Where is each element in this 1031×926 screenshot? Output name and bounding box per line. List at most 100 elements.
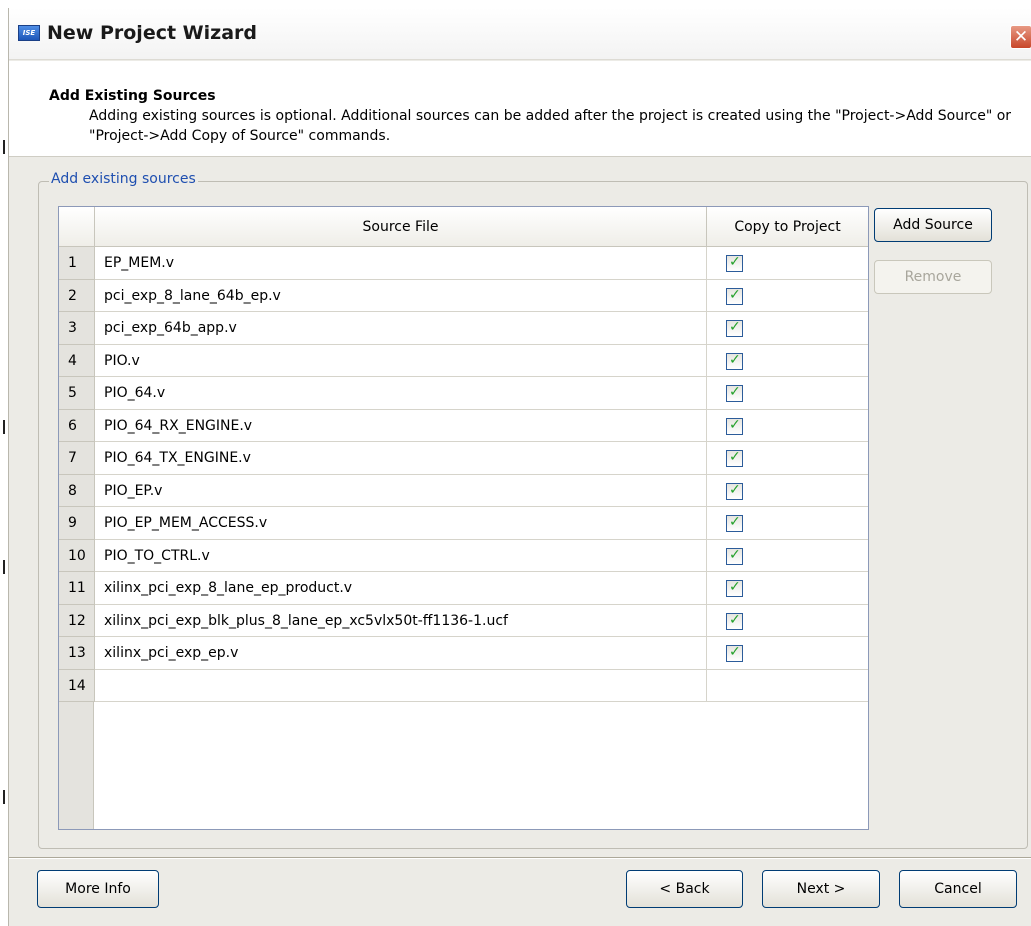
copy-checkbox[interactable]: ✓	[726, 254, 743, 272]
header-corner	[59, 207, 95, 247]
copy-checkbox[interactable]: ✓	[726, 351, 743, 370]
table-row[interactable]: 9 PIO_EP_MEM_ACCESS.v ✓	[59, 507, 868, 540]
table-body: 1 EP_MEM.v ✓ 2 pci_exp_8_lane_64b_ep.v ✓ 3 pci_…	[59, 247, 868, 702]
table-row[interactable]: 13 xilinx_pci_exp_ep.v ✓	[59, 637, 868, 670]
group-label: Add existing sources	[49, 171, 198, 187]
copy-to-project-cell: ✓	[707, 540, 868, 572]
table-row[interactable]: 7 PIO_64_TX_ENGINE.v ✓	[59, 442, 868, 475]
edge-mark	[3, 790, 5, 804]
source-file-cell[interactable]: PIO_64_RX_ENGINE.v	[95, 409, 707, 442]
copy-to-project-cell: ✓	[707, 572, 868, 605]
row-number: 9	[59, 507, 95, 540]
source-file-cell[interactable]: PIO_64.v	[95, 377, 707, 410]
copy-checkbox[interactable]: ✓	[726, 384, 743, 402]
row-number: 2	[59, 279, 95, 312]
table-header: Source File Copy to Project	[59, 207, 868, 247]
close-icon[interactable]: ✕	[1010, 25, 1031, 49]
row-number: 5	[59, 377, 95, 410]
copy-to-project-cell: ✓	[707, 605, 868, 637]
checkmark-icon: ✓	[729, 546, 741, 563]
wizard-header: Add Existing Sources Adding existing sou…	[9, 61, 1031, 157]
sources-table: Source File Copy to Project 1 EP_MEM.v ✓ 2 p…	[58, 206, 869, 830]
copy-checkbox[interactable]: ✓	[726, 579, 743, 597]
source-file-cell[interactable]: EP_MEM.v	[95, 247, 707, 280]
copy-to-project-cell: ✓	[707, 637, 868, 670]
next-button[interactable]: Next >	[762, 870, 880, 908]
copy-checkbox[interactable]: ✓	[726, 546, 743, 565]
source-file-cell[interactable]: pci_exp_8_lane_64b_ep.v	[95, 279, 707, 312]
checkmark-icon: ✓	[729, 644, 741, 660]
table-row[interactable]: 11 xilinx_pci_exp_8_lane_ep_product.v ✓	[59, 572, 868, 605]
source-file-cell[interactable]: PIO_EP.v	[95, 474, 707, 507]
row-number: 14	[59, 669, 95, 702]
source-file-cell[interactable]: PIO_64_TX_ENGINE.v	[95, 442, 707, 475]
checkmark-icon: ✓	[729, 514, 741, 530]
row-number: 12	[59, 604, 95, 637]
checkmark-icon: ✓	[729, 481, 741, 498]
copy-to-project-cell: ✓	[707, 280, 868, 312]
page-description: Adding existing sources is optional. Add…	[89, 108, 1012, 144]
row-number: 7	[59, 442, 95, 475]
table-row[interactable]: 14	[59, 669, 868, 702]
checkmark-icon: ✓	[729, 611, 741, 628]
row-number: 8	[59, 474, 95, 507]
copy-checkbox[interactable]: ✓	[726, 286, 743, 305]
copy-checkbox[interactable]: ✓	[726, 319, 743, 337]
checkmark-icon: ✓	[729, 579, 741, 595]
copy-checkbox[interactable]: ✓	[726, 514, 743, 532]
remove-button[interactable]: Remove	[874, 260, 992, 294]
row-number: 6	[59, 409, 95, 442]
table-row[interactable]: 2 pci_exp_8_lane_64b_ep.v ✓	[59, 279, 868, 312]
cancel-button[interactable]: Cancel	[899, 870, 1017, 908]
copy-checkbox[interactable]: ✓	[726, 449, 743, 467]
table-row[interactable]: 4 PIO.v ✓	[59, 344, 868, 377]
copy-to-project-cell: ✓	[707, 247, 868, 280]
copy-checkbox[interactable]: ✓	[726, 481, 743, 500]
row-number: 10	[59, 539, 95, 572]
copy-to-project-cell	[706, 669, 868, 702]
table-row[interactable]: 3 pci_exp_64b_app.v ✓	[59, 312, 868, 345]
edge-mark	[3, 140, 5, 154]
source-file-cell[interactable]: PIO_EP_MEM_ACCESS.v	[95, 507, 707, 540]
checkmark-icon: ✓	[729, 351, 741, 368]
more-info-button[interactable]: More Info	[37, 870, 159, 908]
column-header-source-file[interactable]: Source File	[95, 207, 707, 247]
edge-mark	[3, 560, 5, 574]
source-file-cell[interactable]: PIO_TO_CTRL.v	[95, 539, 707, 572]
checkmark-icon: ✓	[729, 319, 741, 335]
row-number: 11	[59, 572, 95, 605]
checkmark-icon: ✓	[729, 449, 741, 465]
column-header-copy-to-project[interactable]: Copy to Project	[707, 207, 868, 247]
checkmark-icon: ✓	[729, 416, 741, 433]
table-row[interactable]: 1 EP_MEM.v ✓	[59, 247, 868, 280]
source-file-cell[interactable]: pci_exp_64b_app.v	[95, 312, 707, 345]
row-number: 3	[59, 312, 95, 345]
footer-divider	[9, 857, 1031, 859]
source-file-cell[interactable]: PIO.v	[95, 344, 707, 377]
table-row[interactable]: 12 xilinx_pci_exp_blk_plus_8_lane_ep_xc5v…	[59, 604, 868, 637]
checkmark-icon: ✓	[729, 384, 741, 400]
window-title: New Project Wizard	[47, 22, 257, 44]
add-source-button[interactable]: Add Source	[874, 208, 992, 242]
table-row[interactable]: 10 PIO_TO_CTRL.v ✓	[59, 539, 868, 572]
title-bar: ISE New Project Wizard ✕	[9, 8, 1031, 60]
edge-mark	[3, 420, 5, 434]
copy-checkbox[interactable]: ✓	[726, 611, 743, 630]
source-file-cell[interactable]: xilinx_pci_exp_8_lane_ep_product.v	[95, 572, 707, 605]
source-file-cell[interactable]: xilinx_pci_exp_blk_plus_8_lane_ep_xc5vlx…	[95, 604, 707, 637]
row-number: 13	[59, 637, 95, 670]
checkmark-icon: ✓	[729, 286, 741, 303]
table-row[interactable]: 6 PIO_64_RX_ENGINE.v ✓	[59, 409, 868, 442]
copy-to-project-cell: ✓	[707, 410, 868, 442]
copy-checkbox[interactable]: ✓	[726, 644, 743, 662]
source-file-cell[interactable]	[95, 669, 707, 702]
table-row[interactable]: 5 PIO_64.v ✓	[59, 377, 868, 410]
page-title: Add Existing Sources	[49, 88, 216, 104]
source-file-cell[interactable]: xilinx_pci_exp_ep.v	[95, 637, 707, 670]
copy-to-project-cell: ✓	[707, 442, 868, 475]
back-button[interactable]: < Back	[626, 870, 743, 908]
wizard-window: ISE New Project Wizard ✕ Add Existing So…	[8, 8, 1031, 926]
copy-to-project-cell: ✓	[707, 345, 868, 377]
table-row[interactable]: 8 PIO_EP.v ✓	[59, 474, 868, 507]
copy-checkbox[interactable]: ✓	[726, 416, 743, 435]
